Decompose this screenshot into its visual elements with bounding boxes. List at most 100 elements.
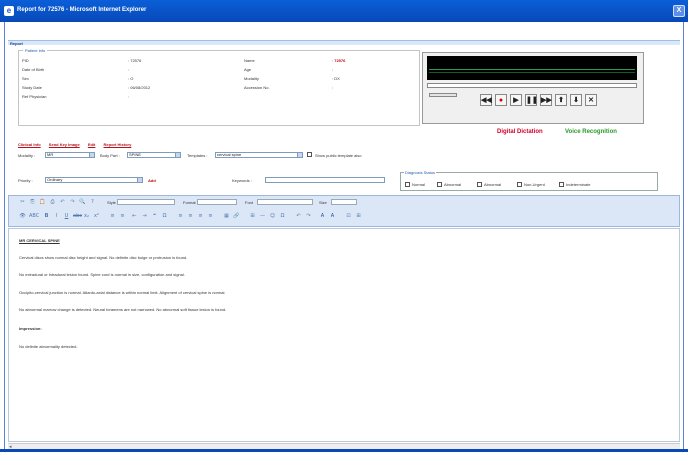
dob-value: : <box>128 67 130 72</box>
bg-color-icon[interactable]: A <box>329 213 336 220</box>
clinical-info-link[interactable]: Clinical Info <box>18 142 41 147</box>
add-priority-link[interactable]: Add <box>148 178 156 183</box>
font-select[interactable] <box>257 199 313 205</box>
editor-toolbar: ✂ ⎘ 📋 ⎙ ↶ ↷ 🔍 ? Style Format Font Size 👁… <box>8 195 680 227</box>
modality-value: : DX <box>332 76 340 81</box>
close-window-button[interactable]: X <box>673 5 685 17</box>
rewind-button[interactable]: ◀◀ <box>480 94 492 106</box>
diagnosis-non-urgent-checkbox[interactable] <box>517 182 522 187</box>
justify-icon[interactable]: ≡ <box>207 213 214 220</box>
spellcheck-icon[interactable]: ABC <box>29 213 39 220</box>
report-header-label: Report <box>10 41 23 46</box>
study-date-value: : 06/08/2012 <box>128 85 151 90</box>
diagnosis-indeterminate-checkbox[interactable] <box>559 182 564 187</box>
delete-button[interactable]: ✕ <box>585 94 597 106</box>
body-part-label: Body Part : <box>100 153 120 158</box>
sex-label: Sex <box>22 76 29 81</box>
text-color-icon[interactable]: A <box>319 213 326 220</box>
font-label: Font <box>245 200 254 205</box>
image-icon[interactable]: ⊞ <box>249 213 256 220</box>
italic-icon[interactable]: I <box>53 213 60 220</box>
bold-icon[interactable]: B <box>43 213 50 220</box>
priority-label: Priority : <box>18 178 33 183</box>
format-select[interactable] <box>197 199 237 205</box>
report-history-link[interactable]: Report History <box>104 142 132 147</box>
align-right-icon[interactable]: ≡ <box>197 213 204 220</box>
undo-2-icon[interactable]: ↶ <box>295 213 302 220</box>
report-paragraph: No abnormal marrow change is detected. N… <box>19 307 227 312</box>
redo-2-icon[interactable]: ↷ <box>305 213 312 220</box>
preview-icon[interactable]: 👁 <box>19 213 26 220</box>
print-icon[interactable]: ⎙ <box>49 199 56 206</box>
record-button[interactable]: ● <box>495 94 507 106</box>
smiley-icon[interactable]: ☺ <box>269 213 276 220</box>
voice-recognition-link[interactable]: Voice Recognition <box>565 129 617 135</box>
size-label: Size <box>319 200 327 205</box>
report-heading: MR CERVICAL SPINE <box>19 238 60 243</box>
report-editor-body[interactable]: MR CERVICAL SPINE Cervical discs show no… <box>8 228 680 442</box>
paste-icon[interactable]: 📋 <box>39 199 46 206</box>
send-key-image-link[interactable]: Send Key Image <box>49 142 80 147</box>
internet-explorer-icon: e <box>4 6 14 16</box>
unordered-list-icon[interactable]: ≡ <box>119 213 126 220</box>
outdent-icon[interactable]: ⇤ <box>131 213 138 220</box>
blockquote-icon[interactable]: ❝ <box>151 213 158 220</box>
link-icon[interactable]: 🔗 <box>233 213 240 220</box>
templates-select[interactable]: cervical spine <box>215 152 303 158</box>
align-center-icon[interactable]: ≡ <box>187 213 194 220</box>
size-select[interactable] <box>331 199 357 205</box>
diagnosis-normal-checkbox[interactable] <box>405 182 410 187</box>
dob-label: Date of Birth <box>22 67 45 72</box>
diagnosis-non-urgent-label: Non-Urgent <box>524 182 545 187</box>
redo-icon[interactable]: ↷ <box>69 199 76 206</box>
diagnosis-abnormal-checkbox[interactable] <box>437 182 442 187</box>
strikethrough-icon[interactable]: abc <box>73 213 82 220</box>
upload-button[interactable]: ⬆ <box>555 94 567 106</box>
volume-slider[interactable] <box>429 93 457 97</box>
download-button[interactable]: ⬇ <box>570 94 582 106</box>
special-char-icon[interactable]: Ω <box>161 213 168 220</box>
show-blocks-icon[interactable]: ⊞ <box>355 213 362 220</box>
diagnosis-indeterminate-label: Indeterminate <box>566 182 591 187</box>
impression-label: Impression: <box>19 326 42 331</box>
table-icon[interactable]: ▦ <box>223 213 230 220</box>
study-date-label: Study Date <box>22 85 42 90</box>
help-icon[interactable]: ? <box>89 199 96 206</box>
format-label: Format <box>183 200 196 205</box>
find-icon[interactable]: 🔍 <box>79 199 86 206</box>
omega-icon[interactable]: Ω <box>279 213 286 220</box>
show-public-checkbox[interactable] <box>307 152 312 157</box>
diagnosis-status-group: Diagnosis Status Normal Abnormal Abnorma… <box>400 170 658 191</box>
ordered-list-icon[interactable]: ≡ <box>109 213 116 220</box>
style-select[interactable] <box>117 199 175 205</box>
keywords-label: Keywords : <box>232 178 252 183</box>
undo-icon[interactable]: ↶ <box>59 199 66 206</box>
cut-icon[interactable]: ✂ <box>19 199 26 206</box>
chevron-down-icon <box>297 153 302 157</box>
pause-button[interactable]: ❚❚ <box>525 94 538 106</box>
align-left-icon[interactable]: ≡ <box>177 213 184 220</box>
seek-bar[interactable] <box>427 83 637 88</box>
maximize-icon[interactable]: ⊡ <box>345 213 352 220</box>
priority-select[interactable]: Ordinary <box>45 177 143 183</box>
edit-link[interactable]: Edit <box>88 142 96 147</box>
forward-button[interactable]: ▶▶ <box>540 94 552 106</box>
patient-info-legend: Patient Info <box>25 48 46 53</box>
body-part-select[interactable]: SPINE <box>127 152 181 158</box>
horizontal-rule-icon[interactable]: — <box>259 213 266 220</box>
superscript-icon[interactable]: x² <box>93 213 100 220</box>
keywords-input[interactable] <box>265 177 385 183</box>
diagnosis-abnormal-2-label: Abnormal <box>484 182 502 187</box>
indent-icon[interactable]: ⇥ <box>141 213 148 220</box>
underline-icon[interactable]: U <box>63 213 70 220</box>
modality-select[interactable]: MR <box>45 152 95 158</box>
pid-value: : 72576 <box>128 58 142 63</box>
play-button[interactable]: ▶ <box>510 94 522 106</box>
copy-icon[interactable]: ⎘ <box>29 199 36 206</box>
digital-dictation-link[interactable]: Digital Dictation <box>497 129 543 135</box>
templates-label: Templates : <box>187 153 208 158</box>
subscript-icon[interactable]: x₂ <box>83 213 90 220</box>
waveform-display <box>427 56 637 80</box>
age-label: Age <box>244 67 252 72</box>
diagnosis-abnormal-2-checkbox[interactable] <box>477 182 482 187</box>
